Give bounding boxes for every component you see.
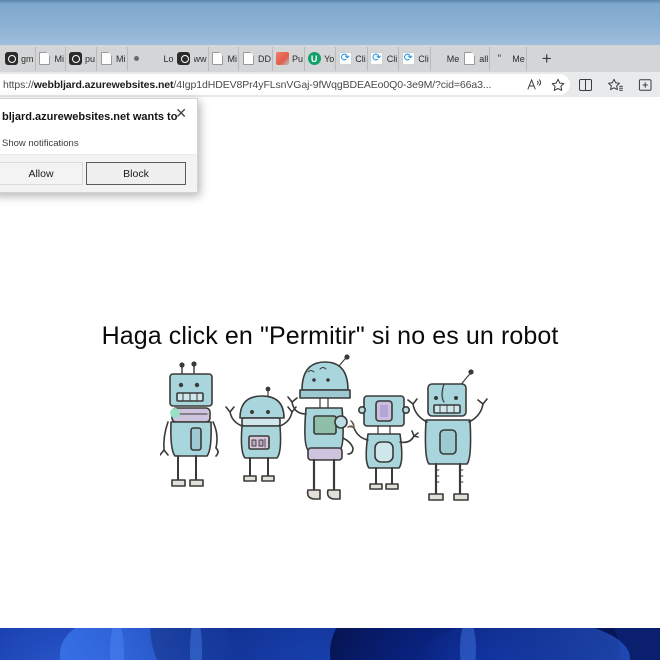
five-cartoon-robots-svg [159,354,488,501]
tab-label: Cli [386,53,398,64]
browser-tab[interactable]: DD [239,46,274,71]
desktop-wallpaper-top [0,0,660,45]
browser-tab[interactable]: pu [66,46,98,71]
tab-label: Me [446,53,460,64]
url-text: https://webbljard.azurewebsites.net/4Igp… [3,78,492,91]
block-button[interactable]: Block [86,162,186,185]
quote-icon: ” [497,52,502,65]
tab-label: Mi [54,53,65,64]
dialog-subtitle: Show notifications [2,138,79,149]
tab-label: Mi [227,53,238,64]
browser-window: gm Mi pu Mi Lo ww Mi DD Pu U Yo ⟳ Cli ⟳ … [0,45,660,628]
notification-permission-dialog: bljard.azurewebsites.net wants to ✕ Show… [0,98,198,193]
tab-label: Cli [355,53,366,64]
read-aloud-icon[interactable] [522,74,546,95]
browser-tab[interactable]: all [460,46,491,71]
browser-tab[interactable]: Me [510,46,527,71]
lock-icon [4,52,18,66]
pink-icon [275,52,289,66]
collections-icon[interactable] [600,72,630,97]
favorite-star-icon[interactable] [546,74,570,95]
tab-label: DD [258,53,272,64]
desktop-band [0,0,660,4]
browser-tab[interactable]: ⟳ Cli [368,46,400,71]
dialog-actions: Allow Block [0,154,197,192]
green-circle-icon: U [307,52,321,66]
refresh-icon: ⟳ [401,52,415,65]
browser-tab[interactable]: Mi [209,46,240,71]
allow-button[interactable]: Allow [0,162,83,185]
browser-tab[interactable] [128,47,148,71]
browser-tab[interactable]: ⟳ Cli [336,46,368,71]
wallpaper-swirl [420,628,630,660]
browser-tab[interactable]: Me [445,47,461,71]
address-bar-row: https://webbljard.azurewebsites.net/4Igp… [0,72,660,97]
address-bar[interactable]: https://webbljard.azurewebsites.net/4Igp… [0,74,570,95]
wallpaper-streak [190,628,202,660]
tab-label: Cli [418,53,429,64]
tab-label: Yo [324,53,335,64]
tab-label: ww [193,53,207,64]
desktop-wallpaper-bottom [0,628,660,660]
tab-label: gm [21,53,34,64]
tab-label: all [479,53,489,64]
tab-strip[interactable]: gm Mi pu Mi Lo ww Mi DD Pu U Yo ⟳ Cli ⟳ … [0,45,660,72]
tab-label: Me [512,53,525,64]
browser-tab[interactable]: ” [490,47,510,71]
wallpaper-swirl [60,628,240,660]
split-screen-icon[interactable] [570,72,600,97]
close-icon[interactable]: ✕ [175,107,187,121]
lock-icon [177,52,191,66]
browser-tab[interactable]: gm [2,46,36,71]
tab-label: Lo [163,53,174,64]
add-to-taskbar-icon[interactable] [630,72,660,97]
browser-tab[interactable]: Mi [36,46,67,71]
tab-label: pu [85,53,96,64]
page-headline: Haga click en "Permitir" si no es un rob… [101,322,559,350]
browser-tab[interactable]: ⟳ Cli [399,46,431,71]
refresh-icon: ⟳ [338,52,352,65]
browser-tab[interactable]: Mi [97,46,128,71]
tab-label: Mi [116,53,126,64]
browser-tab[interactable]: ww [175,46,209,71]
document-icon [462,52,476,66]
new-tab-button[interactable]: + [537,50,557,67]
robots-illustration [159,352,490,512]
document-icon [241,52,255,66]
browser-tab[interactable]: U Yo [305,46,337,71]
browser-tab[interactable]: Pu [273,46,306,71]
wallpaper-streak [110,628,124,660]
wallpaper-streak [460,628,476,660]
tab-label: Pu [292,53,304,64]
document-icon [99,52,113,66]
refresh-icon: ⟳ [370,52,384,65]
browser-tab[interactable]: Lo [162,47,175,71]
dialog-title: bljard.azurewebsites.net wants to [2,111,178,123]
dot-icon [130,52,144,66]
document-icon [211,52,225,66]
lock-icon [68,52,82,66]
document-icon [38,52,52,66]
